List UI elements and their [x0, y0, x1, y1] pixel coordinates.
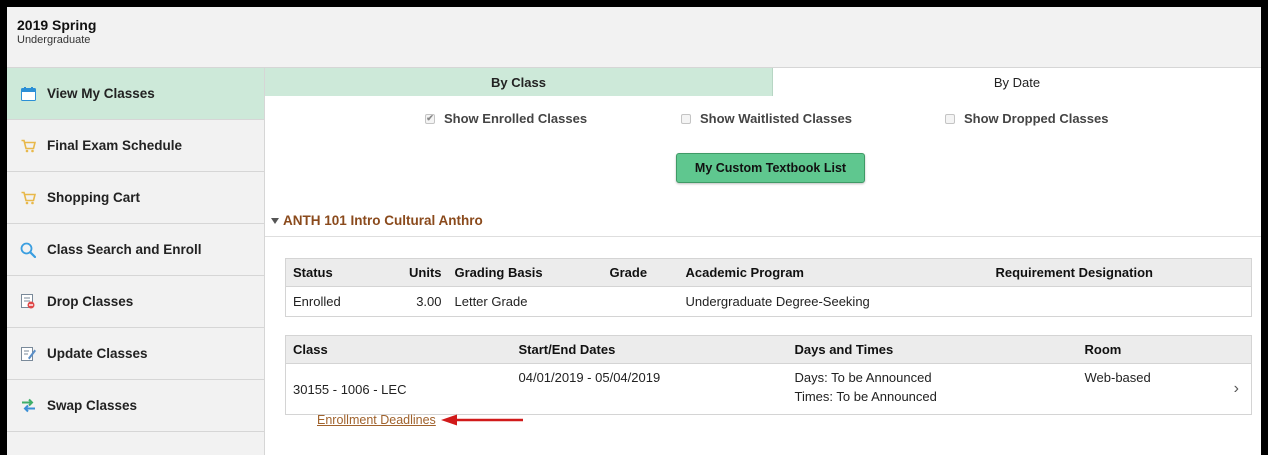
- table-row[interactable]: 30155 - 1006 - LEC 04/01/2019 - 05/04/20…: [286, 364, 1252, 415]
- sidebar-item-label: Shopping Cart: [47, 190, 140, 205]
- col-requirement-designation: Requirement Designation: [988, 258, 1252, 287]
- filter-label: Show Waitlisted Classes: [700, 111, 852, 126]
- filter-waitlisted[interactable]: Show Waitlisted Classes: [681, 111, 852, 126]
- search-icon: [20, 242, 36, 258]
- sidebar-item-label: Update Classes: [47, 346, 148, 361]
- divider: [265, 236, 1261, 237]
- main-content: By Class By Date Show Enrolled Classes S…: [265, 68, 1261, 455]
- cart-icon: [20, 190, 36, 206]
- term-header: 2019 Spring Undergraduate: [7, 7, 1261, 68]
- tab-by-class[interactable]: By Class: [265, 68, 773, 96]
- cell-days-times: Days: To be Announced Times: To be Annou…: [788, 364, 1078, 415]
- waitlisted-checkbox[interactable]: [681, 113, 691, 124]
- cell-requirement-designation: [989, 287, 1252, 317]
- view-tabs: By Class By Date: [265, 68, 1261, 96]
- course-toggle[interactable]: ANTH 101 Intro Cultural Anthro: [271, 213, 483, 228]
- col-start-end-dates: Start/End Dates: [511, 335, 788, 364]
- red-arrow-annotation: [441, 414, 523, 426]
- section-table: Class Start/End Dates Days and Times Roo…: [285, 335, 1252, 415]
- enrollment-deadlines-link[interactable]: Enrollment Deadlines: [317, 413, 436, 427]
- sidebar-item-drop-classes[interactable]: Drop Classes: [7, 276, 264, 328]
- col-days-and-times: Days and Times: [787, 335, 1078, 364]
- cell-grading-basis: Letter Grade: [454, 294, 528, 309]
- filter-enrolled[interactable]: Show Enrolled Classes: [425, 111, 587, 126]
- sidebar-item-swap-classes[interactable]: Swap Classes: [7, 380, 264, 432]
- collapse-triangle-icon: [271, 217, 279, 224]
- calendar-icon: [20, 86, 36, 102]
- edit-icon: [20, 346, 36, 362]
- sidebar-item-view-my-classes[interactable]: View My Classes: [7, 68, 264, 120]
- course-title: ANTH 101 Intro Cultural Anthro: [283, 213, 483, 228]
- student-center-window: 2019 Spring Undergraduate View My Classe…: [7, 7, 1261, 455]
- cell-grade: [603, 287, 679, 317]
- enrollment-table: Status Units Grading Basis Grade Academi…: [285, 258, 1252, 317]
- dropped-checkbox[interactable]: [945, 113, 955, 124]
- sidebar-item-class-search-and-enroll[interactable]: Class Search and Enroll: [7, 224, 264, 276]
- drop-icon: [20, 294, 36, 310]
- col-academic-program: Academic Program: [678, 258, 989, 287]
- cart-icon: [20, 138, 36, 154]
- class-filters: Show Enrolled Classes Show Waitlisted Cl…: [265, 111, 1261, 129]
- filter-dropped[interactable]: Show Dropped Classes: [945, 111, 1108, 126]
- career-label: Undergraduate: [17, 34, 91, 46]
- col-room: Room: [1077, 335, 1222, 364]
- cell-dates: 04/01/2019 - 05/04/2019: [518, 370, 661, 385]
- days-text: Days: To be Announced: [794, 370, 932, 385]
- sidebar-item-final-exam-schedule[interactable]: Final Exam Schedule: [7, 120, 264, 172]
- times-text: Times: To be Announced: [794, 389, 937, 404]
- sidebar: View My Classes Final Exam Schedule Shop…: [7, 68, 265, 455]
- table-row: Enrolled 3.00 Letter Grade Undergraduate…: [286, 287, 1252, 317]
- custom-textbook-list-button[interactable]: My Custom Textbook List: [676, 153, 865, 183]
- col-status: Status: [285, 258, 386, 287]
- sidebar-item-update-classes[interactable]: Update Classes: [7, 328, 264, 380]
- table-header-row: Class Start/End Dates Days and Times Roo…: [285, 335, 1252, 364]
- term-title: 2019 Spring: [17, 17, 97, 33]
- sidebar-item-label: View My Classes: [47, 86, 155, 101]
- sidebar-item-label: Swap Classes: [47, 398, 138, 413]
- col-grade: Grade: [602, 258, 679, 287]
- filter-label: Show Enrolled Classes: [444, 111, 588, 126]
- swap-icon: [20, 398, 36, 414]
- col-class: Class: [285, 335, 512, 364]
- chevron-right-icon[interactable]: ›: [1222, 364, 1252, 415]
- enrolled-checkbox[interactable]: [425, 113, 435, 124]
- col-units: Units: [385, 258, 448, 287]
- cell-units: 3.00: [416, 294, 442, 309]
- cell-class: 30155 - 1006 - LEC: [293, 381, 407, 397]
- filter-label: Show Dropped Classes: [964, 111, 1109, 126]
- table-header-row: Status Units Grading Basis Grade Academi…: [285, 258, 1252, 287]
- sidebar-item-shopping-cart[interactable]: Shopping Cart: [7, 172, 264, 224]
- cell-academic-program: Undergraduate Degree-Seeking: [685, 294, 870, 309]
- cell-status: Enrolled: [293, 294, 341, 309]
- sidebar-item-label: Final Exam Schedule: [47, 138, 183, 153]
- sidebar-item-label: Class Search and Enroll: [47, 242, 202, 257]
- cell-room: Web-based: [1084, 370, 1151, 385]
- sidebar-item-label: Drop Classes: [47, 294, 134, 309]
- col-blank: [1221, 335, 1252, 364]
- col-grading-basis: Grading Basis: [447, 258, 603, 287]
- tab-by-date[interactable]: By Date: [773, 68, 1261, 96]
